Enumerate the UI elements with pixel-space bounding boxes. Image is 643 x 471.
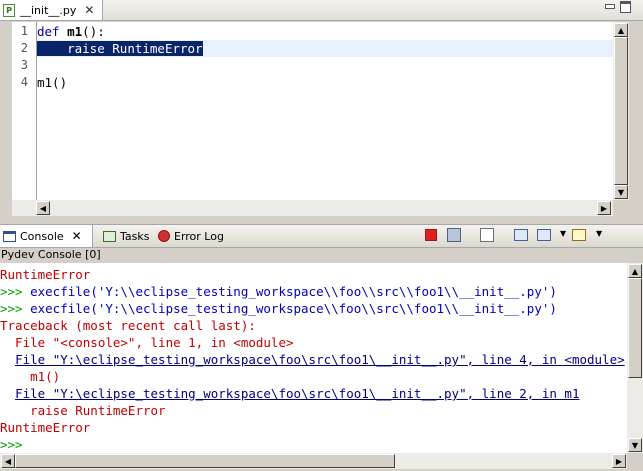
scroll-thumb[interactable] [628, 278, 642, 378]
scroll-thumb[interactable] [614, 37, 628, 185]
console-line: >>> execfile('Y:\\eclipse_testing_worksp… [0, 300, 557, 317]
console-line: RuntimeError [0, 267, 91, 282]
chevron-down-icon[interactable]: ▼ [596, 229, 602, 238]
scroll-left-icon[interactable]: ◀ [1, 454, 15, 468]
editor-vertical-scrollbar[interactable]: ▲ ▼ [613, 22, 629, 200]
editor-horizontal-scrollbar[interactable]: ◀ ▶ [12, 200, 613, 216]
scroll-right-icon[interactable]: ▶ [597, 201, 611, 215]
line-number-ruler: 1 2 3 4 [12, 22, 36, 200]
tab-console-label: Console [20, 229, 64, 243]
console-line: m1() [0, 369, 61, 384]
scroll-up-icon[interactable]: ▲ [628, 264, 642, 278]
scroll-left-icon[interactable]: ◀ [36, 201, 50, 215]
display-console-icon[interactable] [537, 229, 551, 241]
code-line-4: m1() [37, 75, 68, 90]
scroll-down-icon[interactable]: ▼ [614, 185, 628, 199]
console-prompt-line[interactable]: >>> [0, 436, 23, 453]
line-number: 1 [20, 24, 28, 38]
scroll-right-icon[interactable]: ▶ [612, 454, 626, 468]
clear-console-icon[interactable] [480, 228, 494, 242]
selected-text: raise RuntimeError [67, 41, 203, 56]
chevron-down-icon[interactable]: ▼ [560, 229, 566, 238]
scrollbar-corner [627, 453, 643, 469]
stop-icon[interactable] [425, 229, 437, 241]
console-vertical-scrollbar[interactable]: ▲ ▼ [627, 263, 643, 453]
code-text: (): [82, 24, 105, 39]
tab-tasks[interactable]: Tasks [100, 225, 149, 247]
minimize-icon[interactable] [605, 4, 615, 9]
line-number: 4 [20, 75, 28, 89]
console-title: Pydev Console [0] [1, 248, 101, 261]
console-line: File "<console>", line 1, in <module> [0, 335, 294, 350]
console-line: File "Y:\eclipse_testing_workspace\foo\s… [0, 385, 579, 402]
line-number: 3 [20, 58, 28, 72]
function-name: m1 [67, 24, 83, 39]
tab-error-log[interactable]: Error Log [155, 225, 224, 247]
scroll-up-icon[interactable]: ▲ [614, 23, 628, 37]
pin-console-icon[interactable] [514, 229, 528, 241]
console-line: raise RuntimeError [0, 403, 166, 418]
traceback-link[interactable]: File "Y:\eclipse_testing_workspace\foo\s… [15, 386, 579, 401]
tasks-icon [103, 230, 116, 242]
code-line-1: def m1(): [37, 23, 105, 40]
selection-indent [37, 41, 68, 56]
console-line: >>> execfile('Y:\\eclipse_testing_worksp… [0, 283, 557, 300]
save-icon[interactable] [447, 228, 461, 242]
error-log-icon [158, 230, 170, 242]
close-icon[interactable]: ✕ [72, 229, 82, 243]
python-file-icon: P [3, 3, 15, 17]
tab-error-log-label: Error Log [174, 229, 224, 243]
close-icon[interactable]: ✕ [84, 3, 94, 17]
line-number: 2 [20, 41, 28, 55]
code-editor[interactable]: 1 2 3 4 def m1(): raise RuntimeError m1(… [12, 22, 613, 200]
console-input-text: execfile('Y:\\eclipse_testing_workspace\… [30, 284, 557, 299]
keyword-def: def [37, 24, 60, 39]
console-line: RuntimeError [0, 420, 91, 435]
editor-tab-label: __init__.py [20, 3, 77, 17]
prompt: >>> [0, 284, 31, 299]
console-line: Traceback (most recent call last): [0, 318, 256, 333]
editor-tab-init-py[interactable]: P __init__.py ✕ [0, 0, 103, 20]
scroll-thumb[interactable] [15, 454, 395, 468]
console-output[interactable]: RuntimeError >>> execfile('Y:\\eclipse_t… [0, 263, 627, 453]
scroll-down-icon[interactable]: ▼ [628, 438, 642, 452]
editor-tab-bar: P __init__.py ✕ [0, 0, 643, 21]
new-console-icon[interactable] [572, 229, 586, 241]
prompt: >>> [0, 301, 31, 316]
code-line-2: raise RuntimeError [37, 40, 203, 57]
scrollbar-corner [613, 200, 629, 216]
tab-console[interactable]: Console ✕ [0, 225, 93, 247]
console-line: File "Y:\eclipse_testing_workspace\foo\s… [0, 351, 625, 368]
maximize-icon[interactable] [620, 1, 631, 13]
traceback-link[interactable]: File "Y:\eclipse_testing_workspace\foo\s… [15, 352, 625, 367]
tab-tasks-label: Tasks [120, 229, 150, 243]
console-horizontal-scrollbar[interactable]: ◀ ▶ [0, 453, 627, 469]
console-input-text: execfile('Y:\\eclipse_testing_workspace\… [30, 301, 557, 316]
console-icon [3, 230, 16, 242]
